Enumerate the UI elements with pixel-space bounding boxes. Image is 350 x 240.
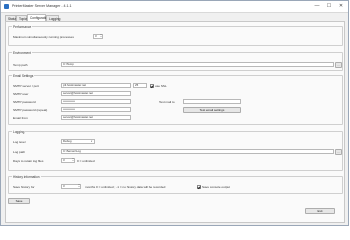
temp-path-browse-button[interactable]: ...: [335, 61, 342, 68]
temp-path-label: Temp path: [13, 63, 28, 67]
use-ssl-checkbox[interactable]: [150, 84, 154, 88]
performance-group-title: Performance: [12, 25, 33, 29]
tab-configuration[interactable]: Configuration: [27, 14, 49, 21]
smtp-password-input[interactable]: ••••••••••••: [61, 99, 131, 104]
save-history-label: Save history for: [13, 185, 35, 189]
window-title: PrinterMaster Server Manager - 4.1.1: [12, 4, 72, 8]
temp-path-input[interactable]: C:\Temp: [61, 62, 334, 67]
smtp-password-repeat-label: SMTP password (repeat): [13, 108, 48, 112]
log-level-select[interactable]: Debug: [61, 139, 95, 144]
exit-button[interactable]: Exit: [305, 208, 335, 214]
email-settings-group: Email Settings SMTP server / port p3.hos…: [8, 74, 343, 125]
environment-group: Environment Temp path C:\Temp ...: [8, 51, 343, 71]
max-processes-label: Maximum simultaneously running processes: [13, 35, 74, 39]
smtp-port-input[interactable]: 25: [133, 83, 147, 88]
test-mail-input[interactable]: [183, 99, 241, 104]
save-history-spinner-icon[interactable]: ▴ ▾: [78, 184, 80, 189]
log-path-label: Log path: [13, 150, 26, 154]
configuration-panel: Performance Maximum simultaneously runni…: [5, 21, 345, 223]
performance-group: Performance Maximum simultaneously runni…: [8, 25, 343, 46]
chevron-down-icon[interactable]: ▾: [91, 140, 94, 143]
app-logo-icon: [4, 4, 9, 9]
save-console-output-checkbox[interactable]: [197, 185, 201, 189]
logging-group-title: Logging: [12, 130, 26, 134]
smtp-password-repeat-input[interactable]: ••••••••••••: [61, 107, 131, 112]
smtp-user-input[interactable]: server@hostmaster.net: [61, 91, 131, 96]
smtp-server-input[interactable]: p3.hostmaster.net: [61, 83, 131, 88]
log-path-browse-button[interactable]: ...: [335, 148, 342, 155]
maximize-icon[interactable]: ☐: [323, 2, 335, 10]
minimize-icon[interactable]: —: [311, 2, 323, 10]
email-from-label: Email from: [13, 116, 28, 120]
log-level-label: Log level: [13, 140, 26, 144]
days-retain-label: Days to retain log files: [13, 159, 44, 163]
logging-group: Logging Log level Debug ▾ Log path C:\Se…: [8, 130, 343, 171]
save-console-output-label: Save console output: [202, 185, 231, 189]
log-path-input[interactable]: C:\Server\Log: [61, 149, 334, 154]
days-retain-spinner-icon[interactable]: ▴ ▾: [72, 158, 74, 163]
title-bar: PrinterMaster Server Manager - 4.1.1 — ☐…: [1, 1, 348, 13]
save-history-hint: months 0 = unlimited ; -1 = no history d…: [85, 185, 166, 189]
history-group: History information Save history for 3 ▴…: [8, 175, 343, 194]
smtp-server-label: SMTP server / port: [13, 84, 39, 88]
save-button[interactable]: Save: [8, 198, 30, 204]
test-mail-label: Test mail to: [159, 100, 175, 104]
max-processes-spinner-icon[interactable]: ▴ ▾: [100, 34, 102, 39]
smtp-password-label: SMTP password: [13, 100, 36, 104]
history-group-title: History information: [12, 175, 41, 179]
email-from-input[interactable]: server@hostmaster.net: [61, 115, 131, 120]
environment-group-title: Environment: [12, 51, 32, 55]
use-ssl-label: use SSL: [155, 84, 167, 88]
smtp-user-label: SMTP user: [13, 92, 29, 96]
test-email-settings-button[interactable]: Test email settings: [183, 106, 241, 113]
days-retain-hint: 0 = unlimited: [77, 159, 95, 163]
close-icon[interactable]: ✕: [335, 2, 347, 10]
app-window: PrinterMaster Server Manager - 4.1.1 — ☐…: [0, 0, 349, 226]
email-group-title: Email Settings: [12, 74, 35, 78]
